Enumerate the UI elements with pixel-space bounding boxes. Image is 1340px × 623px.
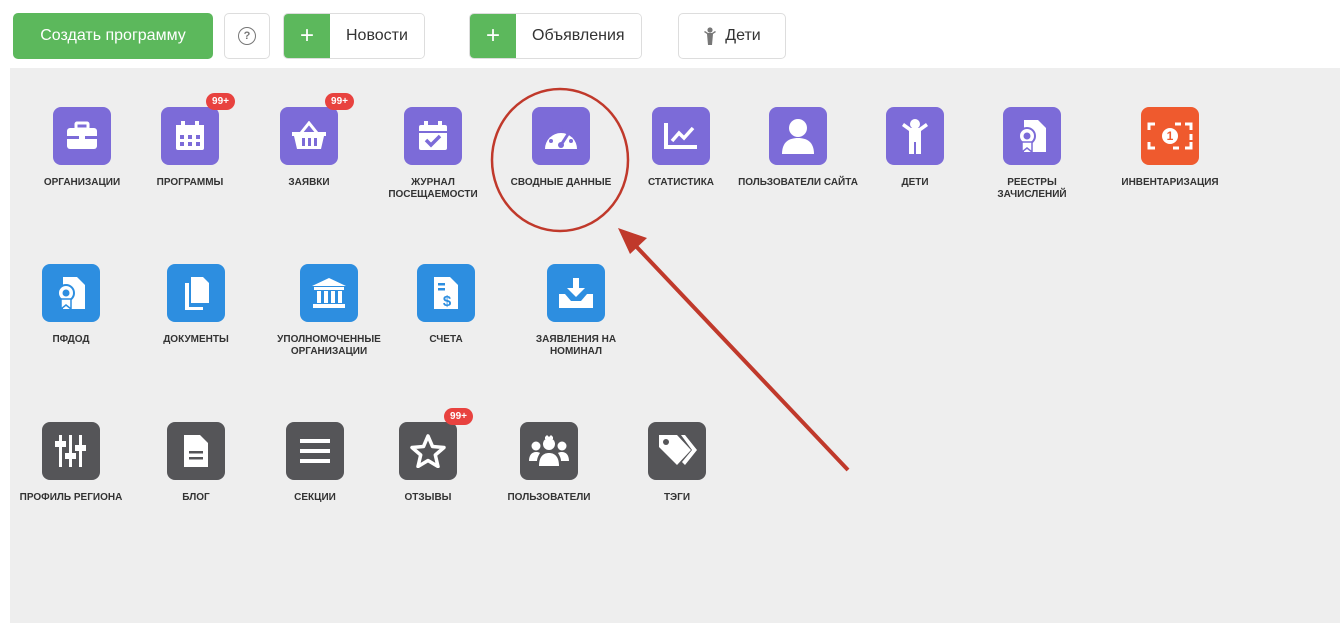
tile-inventory[interactable]: 1 ИНВЕНТАРИЗАЦИЯ xyxy=(1110,107,1230,189)
tile-label: РЕЕСТРЫ ЗАЧИСЛЕНИЙ xyxy=(997,177,1067,200)
tile-reviews[interactable]: 99+ ОТЗЫВЫ xyxy=(368,408,488,504)
tile-statistics[interactable]: СТАТИСТИКА xyxy=(621,107,741,189)
invoice-icon: $ xyxy=(417,264,475,322)
tile-invoices[interactable]: $ СЧЕТА xyxy=(386,264,506,346)
tile-applications[interactable]: 99+ ЗАЯВКИ xyxy=(249,93,369,189)
tile-nominal-applications[interactable]: ЗАЯВЛЕНИЯ НА НОМИНАЛ xyxy=(516,264,636,358)
user-icon xyxy=(769,107,827,165)
tile-label: ТЭГИ xyxy=(663,492,691,503)
tile-documents[interactable]: ДОКУМЕНТЫ xyxy=(136,264,256,346)
count-badge: 99+ xyxy=(325,93,354,110)
question-icon: ? xyxy=(238,27,256,45)
file-text-icon xyxy=(167,422,225,480)
ads-button-group: + Объявления xyxy=(469,13,642,59)
list-icon xyxy=(286,422,344,480)
tile-programs[interactable]: 99+ ПРОГРАММЫ xyxy=(130,93,250,189)
create-program-button[interactable]: Создать программу xyxy=(13,13,213,59)
bank-icon xyxy=(300,264,358,322)
tile-label: ПФДОД xyxy=(52,334,90,345)
basket-icon: 99+ xyxy=(280,93,354,165)
tile-label: СЕКЦИИ xyxy=(294,492,336,503)
news-button[interactable]: Новости xyxy=(330,14,424,58)
child-icon xyxy=(704,27,717,45)
tile-kids[interactable]: ДЕТИ xyxy=(855,107,975,189)
tile-label: ЗАЯВКИ xyxy=(288,177,330,188)
tile-users[interactable]: ПОЛЬЗОВАТЕЛИ xyxy=(489,422,609,504)
add-ad-button[interactable]: + xyxy=(470,14,516,58)
tags-icon xyxy=(648,422,706,480)
help-button[interactable]: ? xyxy=(224,13,270,59)
tile-label: СВОДНЫЕ ДАННЫЕ xyxy=(510,177,612,188)
calendar-check-icon xyxy=(404,107,462,165)
tile-label: ДОКУМЕНТЫ xyxy=(163,334,229,345)
chart-line-icon xyxy=(652,107,710,165)
money-icon: 1 xyxy=(1141,107,1199,165)
ads-button[interactable]: Объявления xyxy=(516,14,641,58)
tile-pfdod[interactable]: ПФДОД xyxy=(11,264,131,346)
tile-authorized-orgs[interactable]: УПОЛНОМОЧЕННЫЕ ОРГАНИЗАЦИИ xyxy=(269,264,389,358)
certificate-icon xyxy=(1003,107,1061,165)
tile-label: ОТЗЫВЫ xyxy=(404,492,452,503)
tile-label: ИНВЕНТАРИЗАЦИЯ xyxy=(1121,177,1219,188)
tile-attendance-journal[interactable]: ЖУРНАЛ ПОСЕЩАЕМОСТИ xyxy=(373,107,493,201)
tile-label: ДЕТИ xyxy=(901,177,929,188)
tile-label: ЖУРНАЛ ПОСЕЩАЕМОСТИ xyxy=(388,177,478,200)
tile-sections[interactable]: СЕКЦИИ xyxy=(255,422,375,504)
tile-label: БЛОГ xyxy=(182,492,210,503)
tile-blog[interactable]: БЛОГ xyxy=(136,422,256,504)
tile-summary-data[interactable]: СВОДНЫЕ ДАННЫЕ xyxy=(501,107,621,189)
tile-organizations[interactable]: ОРГАНИЗАЦИИ xyxy=(22,107,142,189)
sliders-icon xyxy=(42,422,100,480)
documents-icon xyxy=(167,264,225,322)
tile-label: ПОЛЬЗОВАТЕЛИ xyxy=(507,492,591,503)
star-icon: 99+ xyxy=(399,408,473,480)
svg-text:$: $ xyxy=(443,293,452,310)
count-badge: 99+ xyxy=(444,408,473,425)
tile-label: ЗАЯВЛЕНИЯ НА НОМИНАЛ xyxy=(535,334,617,357)
tile-label: ОРГАНИЗАЦИИ xyxy=(43,177,121,188)
tile-label: СЧЕТА xyxy=(429,334,463,345)
inbox-download-icon xyxy=(547,264,605,322)
child-icon xyxy=(886,107,944,165)
kids-label: Дети xyxy=(725,27,761,44)
tile-label: УПОЛНОМОЧЕННЫЕ ОРГАНИЗАЦИИ xyxy=(277,334,381,357)
tile-label: ПОЛЬЗОВАТЕЛИ САЙТА xyxy=(738,177,858,188)
count-badge: 99+ xyxy=(206,93,235,110)
tile-label: ПРОФИЛЬ РЕГИОНА xyxy=(19,492,123,503)
calendar-icon: 99+ xyxy=(161,93,235,165)
tile-region-profile[interactable]: ПРОФИЛЬ РЕГИОНА xyxy=(11,422,131,504)
tile-label: СТАТИСТИКА xyxy=(647,177,715,188)
tile-label: ПРОГРАММЫ xyxy=(156,177,224,188)
tile-tags[interactable]: ТЭГИ xyxy=(617,422,737,504)
toolbar: Создать программу ? + Новости + Объявлен… xyxy=(0,0,1340,68)
news-button-group: + Новости xyxy=(283,13,425,59)
kids-button[interactable]: Дети xyxy=(678,13,786,59)
briefcase-icon xyxy=(53,107,111,165)
tile-enrollment-registers[interactable]: РЕЕСТРЫ ЗАЧИСЛЕНИЙ xyxy=(972,107,1092,201)
tile-site-users[interactable]: ПОЛЬЗОВАТЕЛИ САЙТА xyxy=(738,107,858,189)
dashboard-icon xyxy=(532,107,590,165)
certificate-icon xyxy=(42,264,100,322)
add-news-button[interactable]: + xyxy=(284,14,330,58)
users-icon xyxy=(520,422,578,480)
svg-text:1: 1 xyxy=(1167,129,1174,143)
